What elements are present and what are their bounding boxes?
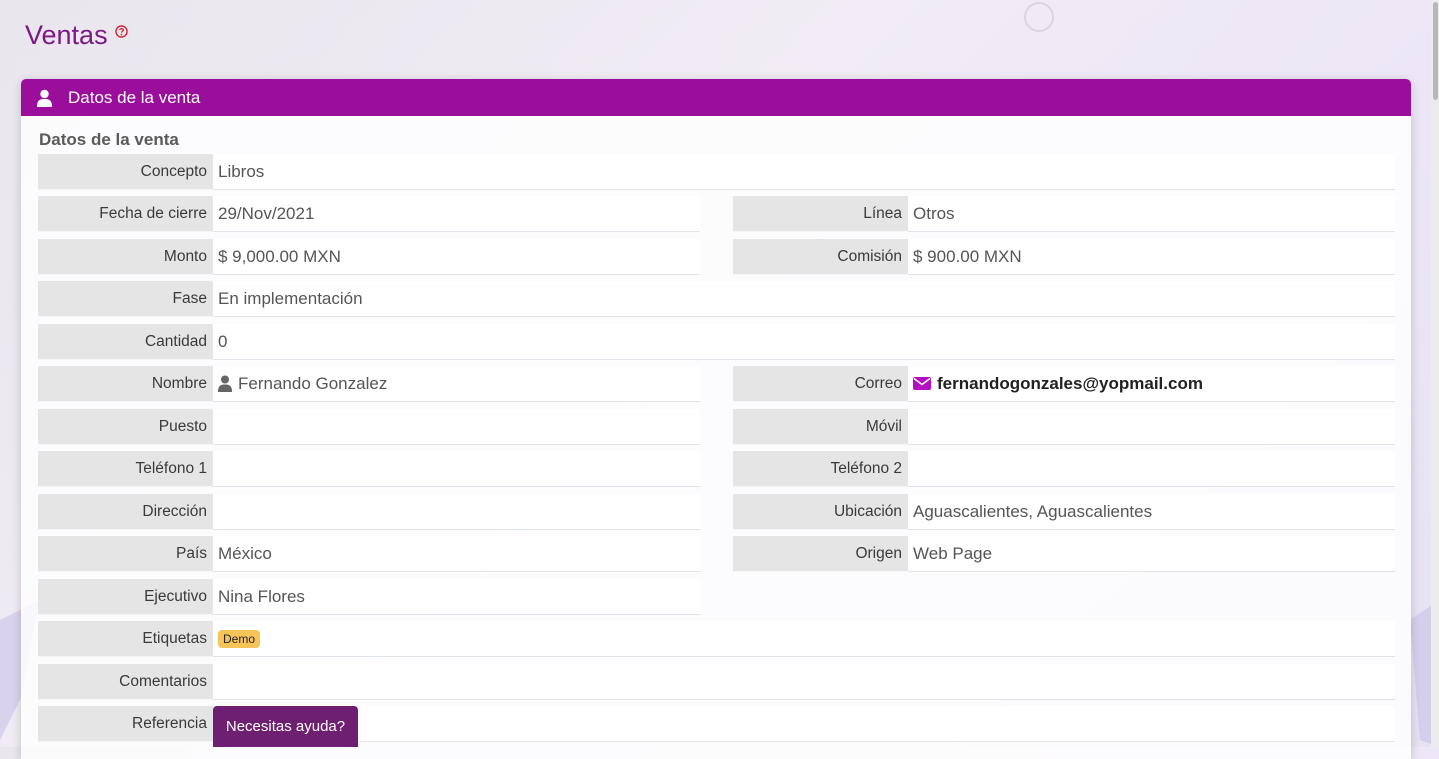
panel-header: Datos de la venta: [21, 79, 1411, 116]
field-row-correo: Correo fernandogonzales@yopmail.com: [733, 366, 1395, 402]
field-value: Web Page: [908, 536, 1395, 572]
field-row-concepto: Concepto Libros: [38, 154, 1395, 190]
field-value: [213, 451, 700, 487]
field-value: Nina Flores: [213, 579, 700, 615]
field-row-ubicacion: Ubicación Aguascalientes, Aguascalientes: [733, 494, 1395, 530]
help-chat-button[interactable]: Necesitas ayuda?: [213, 706, 358, 747]
field-value-text: Fernando Gonzalez: [238, 373, 388, 393]
field-value-text: 29/Nov/2021: [218, 203, 315, 223]
field-row-etiquetas: Etiquetas Demo: [38, 621, 1395, 657]
field-label: Teléfono 1: [38, 451, 213, 487]
field-label: Puesto: [38, 409, 213, 445]
field-value-text: En implementación: [218, 288, 363, 308]
field-value-text: Otros: [913, 203, 955, 223]
field-value: $ 900.00 MXN: [908, 239, 1395, 275]
field-value: $ 9,000.00 MXN: [213, 239, 700, 275]
field-label: Comisión: [733, 239, 908, 275]
field-row-comision: Comisión $ 900.00 MXN: [733, 239, 1395, 275]
field-value: [213, 409, 700, 445]
field-value-text: $ 900.00 MXN: [913, 246, 1022, 266]
field-row-fase: Fase En implementación: [38, 281, 1395, 317]
field-label: Dirección: [38, 494, 213, 530]
field-value-text: $ 9,000.00 MXN: [218, 246, 341, 266]
page-title: Ventas: [25, 20, 108, 50]
field-label: Ubicación: [733, 494, 908, 530]
field-label: Fase: [38, 281, 213, 317]
field-value: 29/Nov/2021: [213, 196, 700, 232]
field-value-text: Nina Flores: [218, 586, 305, 606]
field-label: Origen: [733, 536, 908, 572]
field-value-text: 0: [218, 331, 228, 351]
tag-badge[interactable]: Demo: [218, 629, 261, 648]
field-row-linea: Línea Otros: [733, 196, 1395, 232]
field-value: Demo: [213, 621, 1395, 657]
field-value-text: Aguascalientes, Aguascalientes: [913, 501, 1153, 521]
field-row-monto: Monto $ 9,000.00 MXN: [38, 239, 700, 275]
field-label: Nombre: [38, 366, 213, 402]
field-label: Línea: [733, 196, 908, 232]
field-value-text: Libros: [218, 161, 265, 181]
field-value: [908, 409, 1395, 445]
field-label: Cantidad: [38, 324, 213, 360]
field-row-cantidad: Cantidad 0: [38, 324, 1395, 360]
field-value: Otros: [908, 196, 1395, 232]
field-value: Aguascalientes, Aguascalientes: [908, 494, 1395, 530]
field-row-telefono1: Teléfono 1: [38, 451, 700, 487]
field-row-pais: País México: [38, 536, 700, 572]
scrollbar-thumb[interactable]: [1433, 2, 1438, 100]
field-value: [908, 451, 1395, 487]
field-row-movil: Móvil: [733, 409, 1395, 445]
panel-header-title: Datos de la venta: [68, 87, 201, 107]
question-circle-icon[interactable]: [114, 25, 128, 38]
field-value: México: [213, 536, 700, 572]
field-value: [213, 494, 700, 530]
field-row-fecha-cierre: Fecha de cierre 29/Nov/2021: [38, 196, 700, 232]
field-label: Móvil: [733, 409, 908, 445]
field-label: Etiquetas: [38, 621, 213, 657]
field-row-puesto: Puesto: [38, 409, 700, 445]
field-value: Fernando Gonzalez: [213, 366, 700, 402]
section-title: Datos de la venta: [39, 130, 179, 149]
field-value-text: México: [218, 543, 272, 563]
page-header: Ventas: [25, 18, 128, 52]
field-value: fernandogonzales@yopmail.com: [908, 366, 1395, 402]
field-label: Fecha de cierre: [38, 196, 213, 232]
field-row-comentarios: Comentarios: [38, 664, 1395, 700]
field-label: Comentarios: [38, 664, 213, 700]
field-value: [213, 664, 1395, 700]
field-label: Referencia: [38, 706, 213, 742]
field-row-direccion: Dirección: [38, 494, 700, 530]
scrollbar-track[interactable]: [1431, 0, 1439, 747]
field-row-telefono2: Teléfono 2: [733, 451, 1395, 487]
field-value: En implementación: [213, 281, 1395, 317]
envelope-icon: [913, 377, 931, 390]
user-icon: [218, 375, 232, 392]
field-label: País: [38, 536, 213, 572]
field-label: Correo: [733, 366, 908, 402]
field-value: [213, 706, 1395, 742]
user-icon: [37, 89, 52, 107]
sale-details-panel: Datos de la venta Datos de la venta Conc…: [21, 79, 1411, 759]
field-row-nombre: Nombre Fernando Gonzalez: [38, 366, 700, 402]
field-value-text: Web Page: [913, 543, 993, 563]
field-value: Libros: [213, 154, 1395, 190]
field-value: 0: [213, 324, 1395, 360]
field-label: Concepto: [38, 154, 213, 190]
field-label: Teléfono 2: [733, 451, 908, 487]
email-link[interactable]: fernandogonzales@yopmail.com: [937, 366, 1203, 402]
field-row-ejecutivo: Ejecutivo Nina Flores: [38, 579, 700, 615]
field-label: Ejecutivo: [38, 579, 213, 615]
field-label: Monto: [38, 239, 213, 275]
field-row-origen: Origen Web Page: [733, 536, 1395, 572]
